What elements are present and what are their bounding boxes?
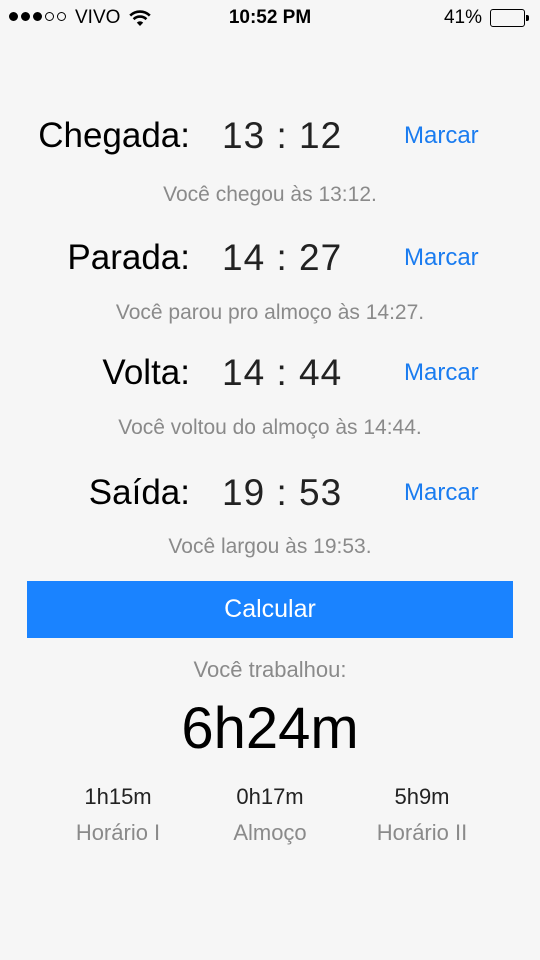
row-status-text: Você parou pro almoço às 14:27. [115,301,425,324]
time-display[interactable]: 13 : 12 [222,116,342,156]
worked-total: 6h24m [181,696,359,761]
time-display[interactable]: 19 : 53 [222,473,342,513]
battery-icon [490,9,530,27]
row-label: Volta: [102,353,190,392]
time-separator: : [276,472,288,513]
battery-percent: 41% [443,7,482,28]
time-minute: 44 [299,352,343,393]
time-separator: : [276,352,288,393]
time-minute: 53 [299,472,343,513]
row-status-text: Você largou às 19:53. [168,535,372,558]
row-label: Parada: [67,238,190,277]
row-label: Saída: [88,473,190,512]
breakdown-value: 5h9m [394,784,450,809]
time-hour: 14 [222,237,266,278]
time-display[interactable]: 14 : 27 [222,238,342,278]
time-hour: 13 [222,115,266,156]
row-label: Chegada: [38,116,190,155]
time-hour: 19 [222,472,266,513]
status-bar: VIVO 10:52 PM 41% [0,0,540,36]
marcar-button-chegada[interactable]: Marcar [404,116,479,156]
marcar-button-saida[interactable]: Marcar [404,473,479,513]
time-separator: : [276,237,288,278]
time-minute: 12 [299,115,343,156]
time-hour: 14 [222,352,266,393]
marcar-button-volta[interactable]: Marcar [404,353,479,393]
time-minute: 27 [299,237,343,278]
worked-label: Você trabalhou: [193,657,347,682]
row-status-text: Você chegou às 13:12. [163,183,377,206]
time-display[interactable]: 14 : 44 [222,353,342,393]
time-separator: : [276,115,288,156]
row-status-text: Você voltou do almoço às 14:44. [118,416,422,439]
marcar-button-parada[interactable]: Marcar [404,238,479,278]
breakdown-label: Horário II [376,820,468,845]
calcular-button[interactable]: Calcular [27,581,513,638]
